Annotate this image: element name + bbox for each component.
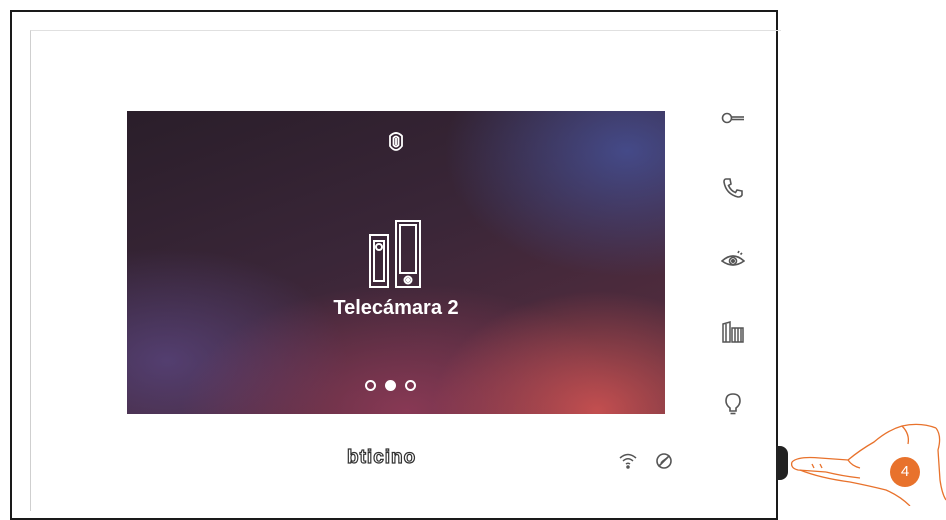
lightbulb-icon (725, 393, 741, 415)
camera-panel-icon (369, 220, 421, 288)
step-number-badge: 4 (890, 457, 920, 487)
camera-view-button[interactable] (721, 248, 745, 272)
video-screen[interactable]: Telecámara 2 (127, 111, 665, 414)
gate-button[interactable] (721, 320, 745, 344)
brand-logo: bticino (346, 446, 417, 468)
hand-pointer-illustration (790, 423, 946, 506)
page-indicator (365, 380, 416, 391)
door-lock-button[interactable] (721, 106, 745, 130)
page-dot[interactable] (365, 380, 376, 391)
camera-title: Telecámara 2 (333, 297, 459, 319)
call-button[interactable] (721, 176, 745, 200)
light-button[interactable] (721, 392, 745, 416)
key-icon (721, 112, 744, 124)
page-dot-active[interactable] (385, 380, 396, 391)
fingerprint-icon (389, 132, 403, 151)
gate-icon (722, 321, 744, 343)
page-dot[interactable] (405, 380, 416, 391)
wifi-icon (619, 453, 637, 469)
phone-icon (723, 178, 743, 198)
do-not-disturb-icon (656, 453, 672, 469)
eye-icon (721, 250, 745, 266)
side-knob-button[interactable] (776, 446, 788, 480)
